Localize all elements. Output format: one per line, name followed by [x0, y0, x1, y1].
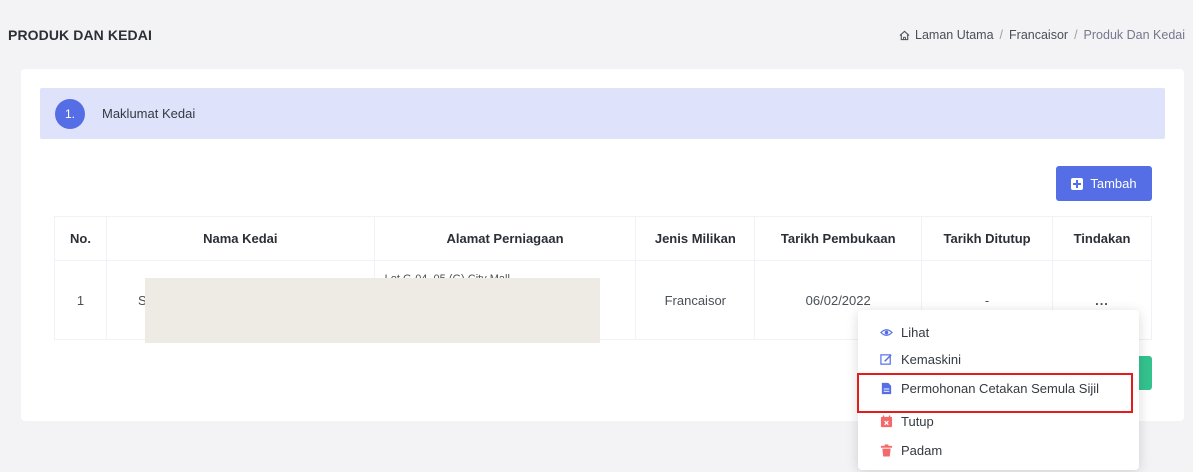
breadcrumb-separator: /: [1074, 28, 1078, 42]
menu-item-label: Tutup: [901, 413, 934, 429]
menu-item-edit[interactable]: Kemaskini: [880, 349, 961, 369]
column-header-no: No.: [54, 216, 107, 261]
menu-item-delete[interactable]: Padam: [880, 440, 942, 460]
column-header-address: Alamat Perniagaan: [373, 216, 637, 261]
column-header-closed: Tarikh Ditutup: [921, 216, 1053, 261]
plus-square-icon: [1071, 177, 1084, 190]
menu-item-view[interactable]: Lihat: [880, 322, 929, 342]
step-number: 1.: [55, 99, 85, 129]
table-header-row: No. Nama Kedai Alamat Perniagaan Jenis M…: [54, 216, 1152, 261]
breadcrumb-current: Produk Dan Kedai: [1083, 28, 1185, 42]
calendar-x-icon: [880, 414, 893, 427]
menu-item-label: Padam: [901, 442, 943, 458]
edit-icon: [880, 353, 892, 365]
breadcrumb: Laman Utama / Francaisor / Produk Dan Ke…: [899, 28, 1185, 42]
trash-icon: [880, 443, 893, 457]
column-header-ownership: Jenis Milikan: [635, 216, 756, 261]
step-header: 1. Maklumat Kedai: [40, 88, 1165, 139]
redacted-region: [145, 278, 600, 343]
breadcrumb-francaisor[interactable]: Francaisor: [1009, 28, 1068, 42]
add-button-label: Tambah: [1090, 176, 1137, 191]
page-header: PRODUK DAN KEDAI Laman Utama / Francaiso…: [0, 0, 1193, 70]
menu-item-close[interactable]: Tutup: [880, 411, 934, 431]
breadcrumb-home[interactable]: Laman Utama: [915, 28, 994, 42]
breadcrumb-separator: /: [999, 28, 1004, 42]
column-header-name: Nama Kedai: [105, 216, 375, 261]
column-header-opened: Tarikh Pembukaan: [754, 216, 923, 261]
add-button[interactable]: Tambah: [1056, 166, 1152, 201]
cell-ownership: Francaisor: [635, 260, 756, 340]
highlight-box: [857, 373, 1133, 413]
column-header-action: Tindakan: [1052, 216, 1152, 261]
step-label: Maklumat Kedai: [102, 106, 196, 121]
menu-item-label: Lihat: [901, 324, 930, 340]
page-title: PRODUK DAN KEDAI: [8, 27, 152, 43]
menu-item-label: Kemaskini: [901, 351, 961, 367]
cell-no: 1: [54, 260, 107, 340]
eye-icon: [880, 328, 893, 336]
home-icon: [899, 30, 910, 40]
